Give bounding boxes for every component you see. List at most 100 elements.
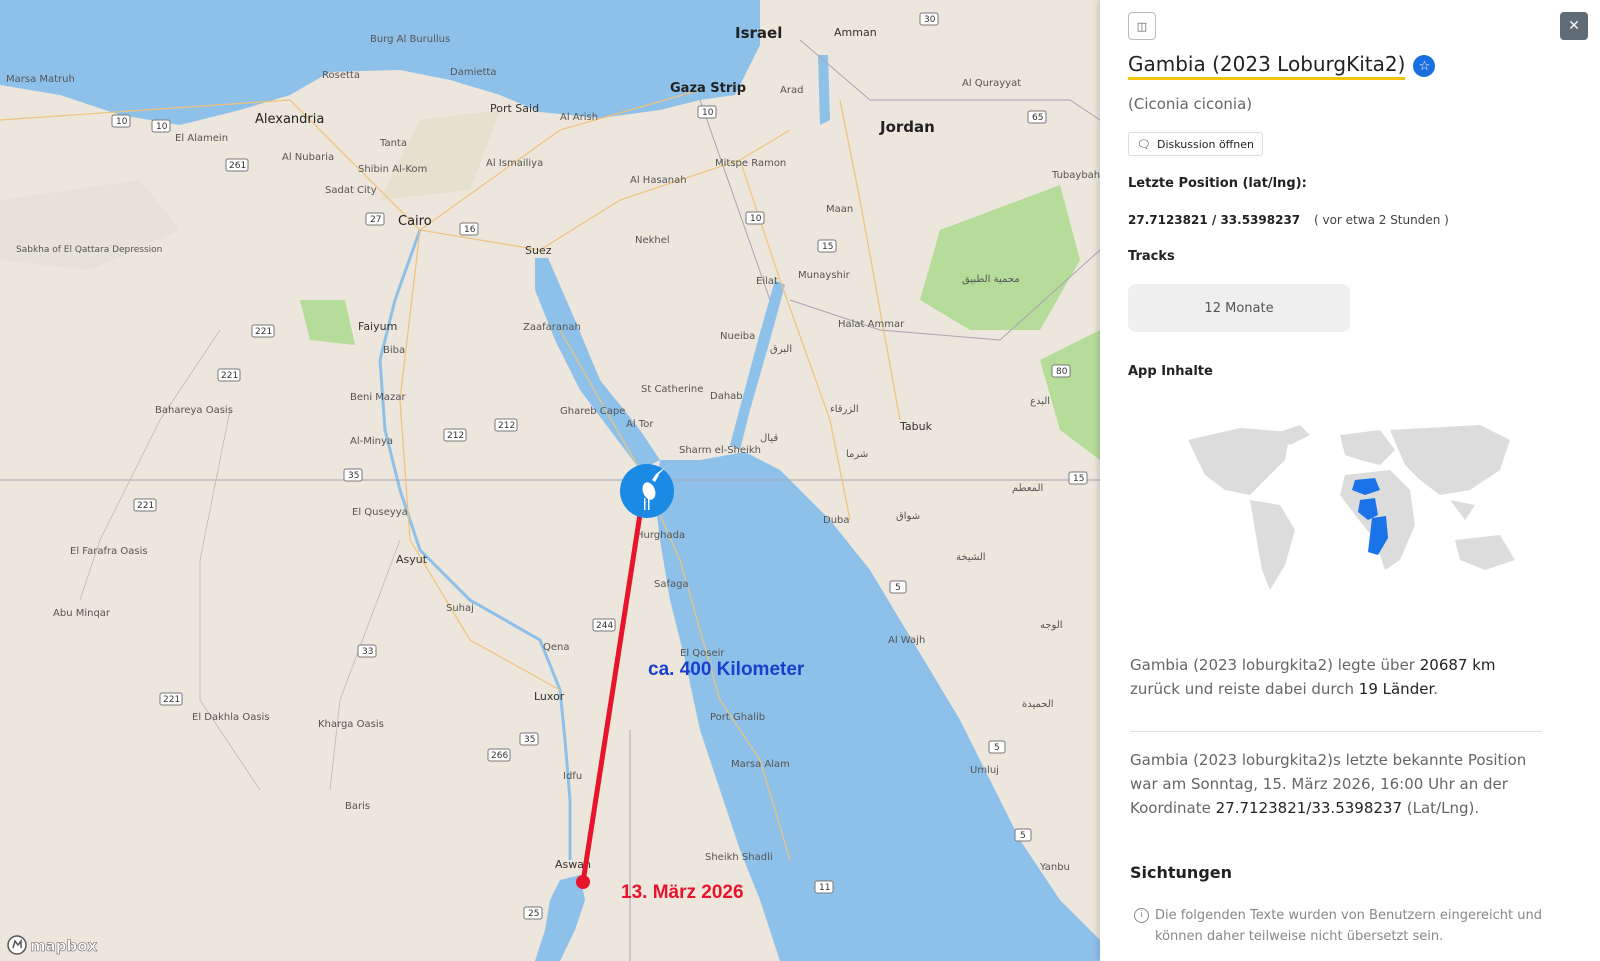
distance-summary: Gambia (2023 loburgkita2) legte über 206… <box>1130 656 1496 698</box>
label-shibin: Shibin Al-Kom <box>358 164 427 175</box>
label-qoseir: El Qoseir <box>680 648 725 659</box>
label-bahareya: Bahareya Oasis <box>155 405 233 416</box>
label-marsa-matruh: Marsa Matruh <box>6 74 75 85</box>
map-view[interactable]: Israel Jordan Gaza Strip Alexandria Cair… <box>0 0 1100 961</box>
last-position-value: 27.7123821 / 33.5398237 <box>1128 213 1301 227</box>
label-ar-10: البدع <box>1030 396 1050 407</box>
road-shield: 10 <box>750 214 762 224</box>
road-shield: 221 <box>137 501 154 511</box>
label-port-said: Port Said <box>490 102 539 115</box>
tracks-label: Tracks <box>1128 249 1175 264</box>
road-shield: 35 <box>348 471 359 481</box>
label-ar-6: شواق <box>896 511 920 522</box>
last-position: 27.7123821 / 33.5398237 ( vor etwa 2 Stu… <box>1128 213 1449 227</box>
label-sharm: Sharm el-Sheikh <box>679 445 761 456</box>
label-kharga: Kharga Oasis <box>318 719 384 730</box>
label-ar-9: الحميدة <box>1022 699 1054 710</box>
road-shield: 244 <box>596 621 613 631</box>
road-shield: 25 <box>528 909 539 919</box>
label-qurayyat: Al Qurayyat <box>962 78 1021 89</box>
close-panel-button[interactable]: ✕ <box>1560 12 1588 40</box>
last-position-ago: ( vor etwa 2 Stunden ) <box>1313 213 1449 227</box>
road-shield: 261 <box>229 161 246 171</box>
sightings-note: i Die folgenden Texte wurden von Benutze… <box>1134 905 1544 947</box>
label-damietta: Damietta <box>450 67 496 78</box>
label-ar-3: الزرقاء <box>830 404 859 415</box>
road-shield: 30 <box>924 15 936 25</box>
road-shield: 221 <box>255 327 272 337</box>
label-ghareb: Ghareb Cape <box>560 406 625 417</box>
label-hurghada: Hurghada <box>636 530 685 541</box>
label-eilat: Eilat <box>756 276 778 287</box>
label-burullus: Burg Al Burullus <box>370 34 450 45</box>
label-dahab: Dahab <box>710 391 743 402</box>
label-suez: Suez <box>525 244 552 257</box>
track-12-months-button[interactable]: 12 Monate <box>1128 284 1350 332</box>
label-duba: Duba <box>823 515 850 526</box>
species-name: (Ciconia ciconia) <box>1128 95 1253 113</box>
road-shield: 5 <box>1020 831 1026 841</box>
road-shield: 10 <box>116 117 128 127</box>
collapse-panel-button[interactable]: ◫ <box>1128 12 1156 40</box>
road-shield: 10 <box>156 122 168 132</box>
close-icon: ✕ <box>1568 18 1580 34</box>
sightings-note-text: Die folgenden Texte wurden von Benutzern… <box>1155 908 1542 944</box>
label-ar-1: البرق <box>770 344 792 355</box>
label-israel: Israel <box>735 24 782 42</box>
road-shield: 35 <box>524 735 535 745</box>
sidebar-toggle-icon: ◫ <box>1136 19 1148 33</box>
stork-marker[interactable] <box>620 464 674 518</box>
label-port-ghalib: Port Ghalib <box>710 712 765 723</box>
label-ar-7: الشيخة <box>956 552 986 563</box>
road-shield: 33 <box>362 647 373 657</box>
title-row: Gambia (2023 LoburgKita2) ☆ <box>1128 52 1436 80</box>
open-discussion-button[interactable]: 🗨 Diskussion öffnen <box>1128 132 1263 156</box>
road-shield: 212 <box>498 421 515 431</box>
label-ar-4: شرما <box>846 449 868 460</box>
label-nekhel: Nekhel <box>635 235 670 246</box>
road-shield: 16 <box>464 225 476 235</box>
start-point-dot[interactable] <box>576 875 590 889</box>
label-idfu: Idfu <box>563 771 582 782</box>
distance-label: ca. 400 Kilometer <box>648 659 805 680</box>
road-shield: 11 <box>819 883 830 893</box>
label-qattara: Sabkha of El Qattara Depression <box>16 245 162 255</box>
label-tanta: Tanta <box>379 138 407 149</box>
chat-icon: 🗨 <box>1137 137 1151 151</box>
label-abu-minqar: Abu Minqar <box>53 608 111 619</box>
star-badge-icon[interactable]: ☆ <box>1413 55 1436 77</box>
label-ar-8: الوجه <box>1040 620 1063 631</box>
label-ar-5: المعطم <box>1012 483 1043 494</box>
road-shield: 27 <box>370 215 381 225</box>
discussion-button-label: Diskussion öffnen <box>1156 137 1254 151</box>
label-wajh: Al Wajh <box>888 635 925 646</box>
bird-name: Gambia (2023 LoburgKita2) <box>1128 52 1406 80</box>
label-faiyum: Faiyum <box>358 320 397 333</box>
label-al-tor: Al Tor <box>626 419 654 430</box>
sightings-heading: Sichtungen <box>1130 863 1233 882</box>
map-canvas[interactable]: Israel Jordan Gaza Strip Alexandria Cair… <box>0 0 1100 961</box>
road-shield: 65 <box>1032 113 1043 123</box>
road-shield: 15 <box>1073 474 1084 484</box>
info-icon: i <box>1134 908 1149 923</box>
road-shield: 15 <box>822 242 833 252</box>
road-shield: 221 <box>163 695 180 705</box>
road-shield: 80 <box>1056 367 1068 377</box>
label-yanbu: Yanbu <box>1039 862 1070 873</box>
label-jordan: Jordan <box>879 118 935 136</box>
label-sadat: Sadat City <box>325 185 377 196</box>
world-countries-map <box>1188 425 1515 590</box>
label-safaga: Safaga <box>654 579 689 590</box>
label-tubaybah: Tubaybah <box>1051 170 1100 181</box>
label-amman: Amman <box>834 26 877 39</box>
label-farafra: El Farafra Oasis <box>70 546 148 557</box>
label-qena: Qena <box>543 642 570 653</box>
date-label: 13. März 2026 <box>621 882 744 903</box>
road-shield: 5 <box>895 583 901 593</box>
label-maan: Maan <box>826 204 853 215</box>
mapbox-logo[interactable]: mapbox <box>7 935 98 955</box>
label-st-catherine: St Catherine <box>641 384 703 395</box>
label-minya: Al-Minya <box>350 436 393 447</box>
label-dakhla: El Dakhla Oasis <box>192 712 270 723</box>
road-shield: 212 <box>447 431 464 441</box>
